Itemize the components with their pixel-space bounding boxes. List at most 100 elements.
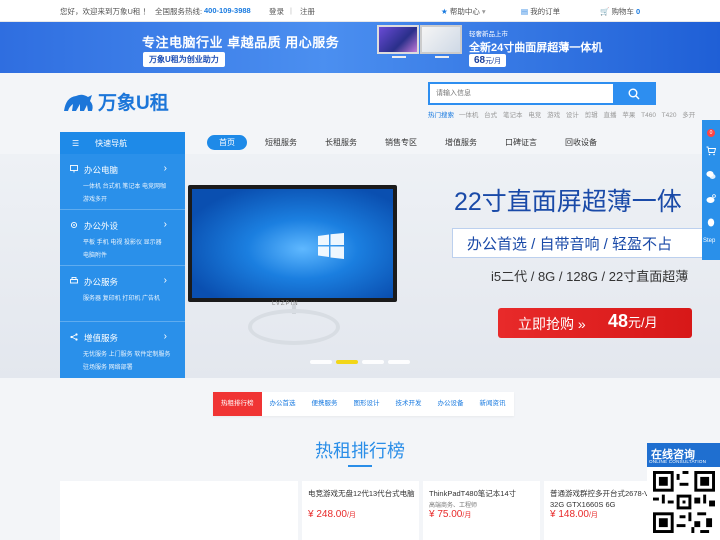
tab-news[interactable]: 新闻资讯 (472, 392, 514, 416)
category-links[interactable]: 服务器 复印机 打印机 广告机 (83, 293, 160, 302)
divider: | (290, 6, 292, 15)
help-center-menu[interactable]: ★ 帮助中心 ▾ (441, 6, 486, 17)
nav-item-long-rent[interactable]: 长租服务 (325, 137, 357, 148)
nav-item-value-added[interactable]: 增值服务 (445, 137, 477, 148)
logo-text: 万象U租 (98, 93, 169, 114)
tab-equipment[interactable]: 办公设备 (430, 392, 472, 416)
register-link[interactable]: 注册 (300, 6, 315, 17)
online-consult-header[interactable]: 在线咨询 ONLINE CONSULTATION (647, 443, 720, 467)
nav-item-home[interactable]: 首页 (207, 135, 247, 150)
tab-office[interactable]: 办公首选 (262, 392, 304, 416)
hot-search-word[interactable]: 台式 (484, 112, 497, 119)
category-office-pc[interactable]: 办公电脑 › 一体机 台式机 笔记本 电竞网咖 游戏多开 (60, 154, 185, 210)
category-value-added[interactable]: 增值服务 › 无忧服务 上门服务 软件定制服务 驻场服务 网络部署 (60, 322, 185, 378)
carousel-dot[interactable] (362, 360, 384, 364)
hotline-label: 全国服务热线: (155, 7, 203, 16)
search-icon (628, 88, 639, 99)
step-label[interactable]: Step (703, 238, 715, 244)
welcome-text: 您好，欢迎来到万象U租 ！ (60, 7, 150, 16)
qq-icon[interactable] (706, 218, 716, 228)
product-price-value: ¥ 248.00 (308, 509, 347, 520)
tab-dev[interactable]: 技术开发 (388, 392, 430, 416)
category-links[interactable]: 游戏多开 (83, 194, 107, 203)
hot-search-word[interactable]: 设计 (566, 112, 579, 119)
cart-label: 购物车 (611, 7, 634, 16)
product-price: ¥ 75.00/月 (429, 509, 471, 520)
product-name: 普通游戏群控多开台式2678-V 32G GTX1660S 6G (550, 489, 647, 509)
search-box (428, 82, 656, 105)
hot-search-word[interactable]: 苹果 (622, 112, 635, 119)
category-links[interactable]: 平板 手机 电视 投影仪 显示器 (83, 237, 162, 246)
product-price: ¥ 148.00/月 (550, 509, 598, 520)
hot-search-word[interactable]: 游戏 (547, 112, 560, 119)
my-orders-link[interactable]: ▤ 我的订单 (521, 6, 560, 17)
gear-icon (70, 221, 78, 229)
product-subtitle: 高端商务、工程师 (429, 503, 478, 509)
category-peripherals[interactable]: 办公外设 › 平板 手机 电视 投影仪 显示器 电脑附件 (60, 210, 185, 266)
promo-price: 68元/月 (469, 54, 507, 67)
category-links[interactable]: 无忧服务 上门服务 软件定制服务 (83, 349, 170, 358)
product-card[interactable]: ThinkPadT480笔记本14寸 高端商务、工程师 ¥ 75.00/月 (423, 481, 540, 540)
quick-nav-toggle[interactable]: ☰ 快速导航 (60, 132, 185, 154)
wechat-icon[interactable] (706, 170, 716, 180)
product-card[interactable]: 普通游戏群控多开台式2678-V 32G GTX1660S 6G ¥ 148.0… (544, 481, 647, 540)
product-price-value: ¥ 148.00 (550, 509, 589, 520)
cart-badge: 0 (707, 129, 715, 137)
hot-search-label: 热门搜索 (428, 112, 454, 119)
search-input[interactable] (430, 84, 615, 103)
category-links[interactable]: 驻场服务 网络部署 (83, 362, 133, 371)
category-links[interactable]: 一体机 台式机 笔记本 电竞网咖 (83, 181, 166, 190)
category-links[interactable]: 电脑附件 (83, 250, 107, 259)
category-office-service[interactable]: 办公服务 › 服务器 复印机 打印机 广告机 (60, 266, 185, 322)
monitor-image (420, 25, 462, 54)
my-orders-label: 我的订单 (530, 7, 561, 16)
product-price-unit: /月 (346, 512, 356, 519)
hero-feature-bar: 办公首选 / 自带音响 / 轻盈不占 (452, 228, 720, 258)
cart-icon[interactable] (706, 146, 716, 156)
tab-hot-rent[interactable]: 热租排行榜 (213, 392, 262, 416)
hot-search-word[interactable]: T460 (641, 112, 656, 119)
monitor-stand (435, 56, 449, 58)
category-title: 办公外设 (84, 221, 119, 231)
promo-banner[interactable]: 专注电脑行业 卓越品质 用心服务 万象U租为创业助力 轻奢新品上市 全新24寸曲… (0, 22, 720, 73)
carousel-dot[interactable] (310, 360, 332, 364)
hot-search-word[interactable]: T420 (662, 112, 677, 119)
monitor-brand: LVZPIN (272, 301, 299, 307)
chevron-down-icon: ▾ (481, 7, 486, 16)
consult-subtitle: ONLINE CONSULTATION (649, 459, 707, 464)
carousel-dot[interactable] (388, 360, 410, 364)
product-name: 电竞游戏无盘12代13代台式电脑 (308, 489, 415, 498)
help-center-label: 帮助中心 (449, 7, 480, 16)
nav-item-short-rent[interactable]: 短租服务 (265, 137, 297, 148)
online-consult-widget[interactable]: 在线咨询 ONLINE CONSULTATION (647, 443, 720, 540)
chevron-right-icon: › (163, 163, 167, 174)
chevron-right-icon: › (163, 331, 167, 342)
nav-item-sales[interactable]: 销售专区 (385, 137, 417, 148)
product-card[interactable] (60, 481, 298, 540)
buy-now-label: 立即抢购 » (518, 316, 586, 332)
hot-search-word[interactable]: 多开 (682, 112, 695, 119)
buy-now-button[interactable]: 立即抢购 » 48元/月 (498, 308, 692, 338)
monitor-stand (392, 56, 406, 58)
promo-tag: 轻奢新品上市 (469, 31, 508, 38)
nav-item-testimonials[interactable]: 口碑证言 (505, 137, 537, 148)
star-icon: ★ (441, 7, 448, 16)
nav-item-recycle[interactable]: 回收设备 (565, 137, 597, 148)
tab-portable[interactable]: 便携服务 (304, 392, 346, 416)
right-toolbar: 0 Step (702, 120, 720, 260)
hot-search-word[interactable]: 剪辑 (585, 112, 598, 119)
site-logo[interactable]: 万象U租 (62, 88, 169, 115)
tab-graphics[interactable]: 图形设计 (346, 392, 388, 416)
top-bar: 您好，欢迎来到万象U租 ！ 全国服务热线: 400-109-3988 登录 | … (0, 0, 720, 22)
cart-link[interactable]: 🛒 购物车 0 (600, 6, 640, 17)
chevron-right-icon: › (163, 219, 167, 230)
weibo-icon[interactable] (706, 194, 716, 204)
hot-search-word[interactable]: 笔记本 (503, 112, 523, 119)
product-card[interactable]: 电竞游戏无盘12代13代台式电脑 ¥ 248.00/月 (302, 481, 419, 540)
search-button[interactable] (613, 84, 654, 103)
carousel-dot-active[interactable] (336, 360, 358, 364)
hot-search-word[interactable]: 一体机 (459, 112, 479, 119)
hot-search-word[interactable]: 直播 (604, 112, 617, 119)
login-link[interactable]: 登录 (269, 6, 284, 17)
hot-search-word[interactable]: 电竞 (528, 112, 541, 119)
